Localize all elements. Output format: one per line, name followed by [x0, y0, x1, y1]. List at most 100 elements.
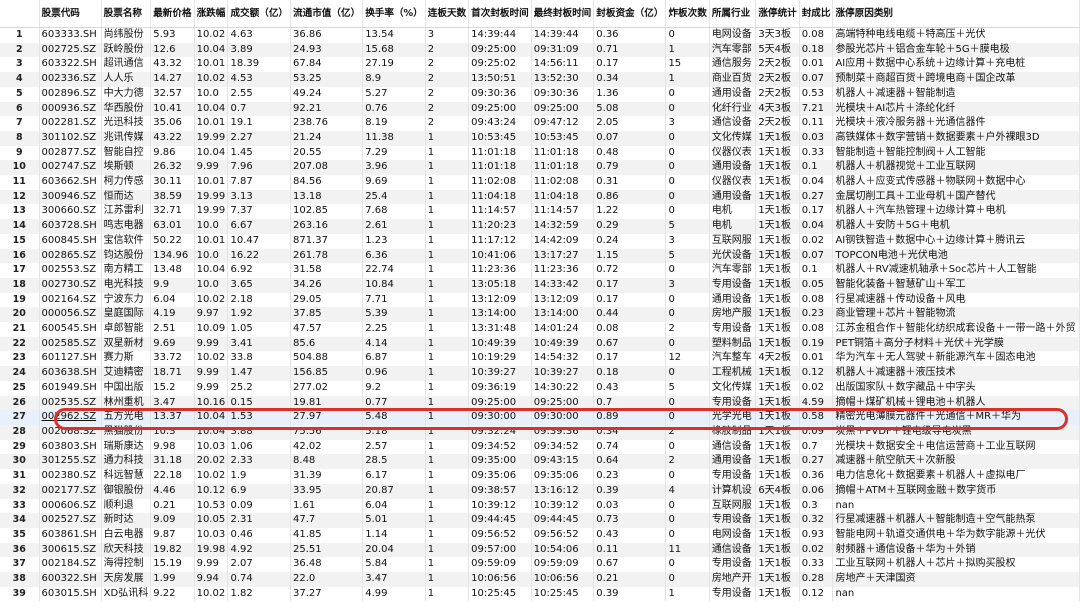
stock-name-cell: 宁波东力	[101, 292, 152, 308]
table-cell: 10:53:45	[531, 130, 595, 146]
table-row[interactable]: 14 603728.SH 鸣志电器 63.01 10.0 6.67 263.16 2.61 1 1…	[0, 219, 1080, 234]
table-row[interactable]: 5 002896.SZ 中大力德 32.57 10.0 2.55 49.24 5.27 2 09:…	[0, 86, 1080, 102]
column-header[interactable]: 股票名称	[101, 0, 152, 28]
table-row[interactable]: 17 002553.SZ 南方精工 13.48 10.04 6.92 31.58 22.74 1…	[0, 263, 1080, 278]
table-cell: 1	[425, 366, 470, 381]
row-index: 22	[0, 336, 40, 352]
column-header[interactable]: 封板资金（亿）	[593, 0, 667, 28]
table-cell: 10.04	[194, 101, 229, 117]
table-row[interactable]: 34 002527.SZ 新时达 9.09 10.05 2.31 47.7 5.01 1 09:4…	[0, 513, 1080, 528]
table-cell: 1	[425, 586, 470, 602]
column-header[interactable]: 成交额（亿）	[227, 0, 292, 28]
table-row[interactable]: 23 601127.SH 赛力斯 33.72 10.02 33.8 504.88 6.87 1 1…	[0, 351, 1080, 367]
table-cell: 0	[665, 366, 710, 381]
table-row[interactable]: 27 002962.SZ 五方光电 13.37 10.04 1.53 27.97 5.48 1 0…	[0, 410, 1080, 425]
table-row[interactable]: 24 603638.SH 艾迪精密 18.71 9.99 1.47 156.85 0.96 1 1…	[0, 366, 1080, 381]
stock-code-cell: 002962.SZ	[39, 410, 102, 425]
column-header[interactable]: 涨跌幅	[194, 0, 229, 28]
table-cell: 36.86	[290, 27, 364, 43]
table-cell: 13:14:00	[531, 307, 595, 323]
table-row[interactable]: 20 000056.SZ 皇庭国际 4.19 9.97 1.92 37.85 5.39 1 13:…	[0, 307, 1080, 323]
table-row[interactable]: 18 002730.SZ 电光科技 9.9 10.0 3.65 34.26 10.84 1 13:…	[0, 277, 1080, 293]
stock-code-link[interactable]: 002962.SZ	[42, 411, 97, 422]
column-header[interactable]: 流通市值（亿）	[290, 0, 364, 28]
table-cell: 10.01	[194, 233, 229, 249]
table-row[interactable]: 37 002184.SZ 海得控制 15.19 9.99 2.07 36.48 5.84 1 09…	[0, 557, 1080, 573]
table-cell: 10.04	[194, 410, 229, 425]
table-row[interactable]: 2 002725.SZ 跃岭股份 12.6 10.04 3.89 24.93 15.68 2 09…	[0, 42, 1080, 58]
table-row[interactable]: 29 603803.SH 瑞斯康达 9.98 10.03 1.06 42.02 2.57 1 09…	[0, 439, 1080, 455]
table-cell: 1天1板	[755, 439, 800, 455]
table-row[interactable]: 31 002380.SZ 科远智慧 22.18 10.02 1.9 31.39 6.17 1 09…	[0, 469, 1080, 484]
table-row[interactable]: 4 002336.SZ 人人乐 14.27 10.02 4.53 53.25 8.9 2 13:5…	[0, 72, 1080, 87]
table-cell: 6.9	[227, 483, 292, 499]
column-header[interactable]: 炸板次数	[665, 0, 710, 28]
table-cell: 14.27	[150, 72, 195, 87]
table-cell: 0.96	[362, 366, 426, 381]
column-header[interactable]: 连板天数	[425, 0, 470, 28]
table-row[interactable]: 10 002747.SZ 埃斯顿 26.32 9.99 7.96 207.08 3.96 1 11…	[0, 160, 1080, 176]
column-header[interactable]: 首次封板时间	[468, 0, 532, 28]
table-row[interactable]: 13 300660.SZ 江苏雷利 32.71 19.99 7.37 102.85 7.68 1…	[0, 204, 1080, 220]
limit-up-reason-cell: 机器人＋RV减速机轴承＋Soc芯片＋人工智能	[832, 263, 1080, 278]
table-row[interactable]: 9 002877.SZ 智能自控 9.86 10.04 1.45 20.55 7.29 1 11:…	[0, 145, 1080, 161]
table-cell: 1	[665, 42, 710, 58]
column-header[interactable]: 封成比	[799, 0, 834, 28]
table-row[interactable]: 30 301255.SZ 通力科技 31.18 20.02 2.33 8.48 28.5 1 09…	[0, 454, 1080, 470]
table-row[interactable]: 7 002281.SZ 光迅科技 35.06 10.01 19.1 238.76 8.19 2 0…	[0, 116, 1080, 131]
table-cell: 09:35:06	[468, 469, 532, 484]
table-row[interactable]: 12 300946.SZ 恒而达 38.59 19.99 3.13 13.18 25.4 1 11…	[0, 189, 1080, 205]
table-row[interactable]: 15 600845.SH 宝信软件 50.22 10.01 10.47 871.37 1.23…	[0, 233, 1080, 249]
limit-up-reason-cell: 机器人＋应变式传感器＋物联网＋数据中心	[832, 175, 1080, 190]
table-row[interactable]: 1 603333.SH 尚纬股份 5.93 10.02 4.63 36.86 13.54 3 14…	[0, 27, 1080, 43]
stock-name-cell: 卓郎智能	[101, 322, 152, 337]
column-header-index[interactable]	[0, 0, 40, 28]
table-row[interactable]: 36 300615.SZ 欣天科技 19.82 19.98 4.92 25.51 20.04 1…	[0, 542, 1080, 558]
table-row[interactable]: 32 002177.SZ 御银股份 4.46 10.12 6.9 33.95 20.87 1 09…	[0, 483, 1080, 499]
table-row[interactable]: 25 601949.SH 中国出版 15.2 9.99 25.2 277.02 9.2 1 09:…	[0, 380, 1080, 396]
column-header[interactable]: 换手率（%）	[362, 0, 426, 28]
table-cell: 1天1板	[755, 542, 800, 558]
table-cell: 09:30:36	[468, 86, 532, 102]
table-cell: 0	[665, 160, 710, 176]
table-cell: 2	[665, 454, 710, 470]
table-cell: 9.2	[362, 380, 426, 396]
table-cell: 0.23	[593, 469, 667, 484]
table-cell: 6.04	[362, 498, 426, 514]
table-cell: 263.16	[290, 219, 364, 234]
table-cell: 专用设备	[709, 513, 757, 528]
table-cell: 3.89	[227, 42, 292, 58]
column-header[interactable]: 最终封板时间	[531, 0, 595, 28]
stock-code-cell: 603728.SH	[39, 219, 102, 234]
table-row[interactable]: 3 603322.SH 超讯通信 43.32 10.01 18.39 67.84 27.19 2…	[0, 57, 1080, 73]
column-header[interactable]: 股票代码	[39, 0, 102, 28]
table-row[interactable]: 21 600545.SH 卓郎智能 2.51 10.09 1.05 47.57 2.25 1 13…	[0, 322, 1080, 337]
limit-up-reason-cell: 华为汽车＋无人驾驶＋新能源汽车＋固态电池	[832, 351, 1080, 367]
column-header[interactable]: 涨停原因类别	[832, 0, 1080, 28]
table-row[interactable]: 19 002164.SZ 宁波东力 6.04 10.02 2.18 29.05 7.71 1 13…	[0, 292, 1080, 308]
column-header[interactable]: 所属行业	[709, 0, 757, 28]
table-row[interactable]: 28 002068.SZ 黑猫股份 10.3 10.04 3.88 75.56 5.18 1 09…	[0, 424, 1080, 440]
limit-up-reason-cell: 机器人＋减速器＋智能制造	[832, 86, 1080, 102]
table-row[interactable]: 33 000606.SZ 顺利退 0.21 10.53 0.09 1.61 6.04 1 10:3…	[0, 498, 1080, 514]
table-row[interactable]: 35 603861.SH 白云电器 9.87 10.03 0.46 41.85 1.14 1 09…	[0, 527, 1080, 543]
table-cell: 2天2板	[755, 86, 800, 102]
column-header[interactable]: 涨停统计	[755, 0, 800, 28]
table-row[interactable]: 39 603015.SH XD弘讯科 9.22 10.02 1.82 37.27 4.99 1 1…	[0, 586, 1080, 602]
table-row[interactable]: 22 002585.SZ 双星新材 9.69 9.99 3.41 85.6 4.14 1 10:4…	[0, 336, 1080, 352]
table-row[interactable]: 38 600322.SH 天房发展 1.99 9.94 0.74 22.0 3.47 1 10:0…	[0, 572, 1080, 587]
table-cell: 9.99	[194, 366, 229, 381]
table-row[interactable]: 8 301102.SZ 兆讯传媒 43.22 19.99 2.27 21.24 11.38 1 1…	[0, 130, 1080, 146]
stock-code-cell: 002553.SZ	[39, 263, 102, 278]
row-index: 1	[0, 27, 40, 43]
table-row[interactable]: 6 000936.SZ 华西股份 10.41 10.04 0.7 92.21 0.76 2 09:…	[0, 101, 1080, 117]
table-cell: 4.99	[362, 586, 426, 602]
table-row[interactable]: 11 603662.SH 柯力传感 30.11 10.01 7.87 84.56 9.69 1 1…	[0, 175, 1080, 190]
table-row[interactable]: 26 002535.SZ 林州重机 3.47 10.16 0.15 19.81 0.77 1 09…	[0, 395, 1080, 411]
row-index: 35	[0, 527, 40, 543]
table-row[interactable]: 16 002865.SZ 钧达股份 134.96 10.0 16.22 261.78 6.36…	[0, 248, 1080, 264]
column-header[interactable]: 最新价格	[150, 0, 195, 28]
stock-code-cell: 002725.SZ	[39, 42, 102, 58]
table-cell: 1.92	[227, 307, 292, 323]
stock-name-cell: 通力科技	[101, 454, 152, 470]
